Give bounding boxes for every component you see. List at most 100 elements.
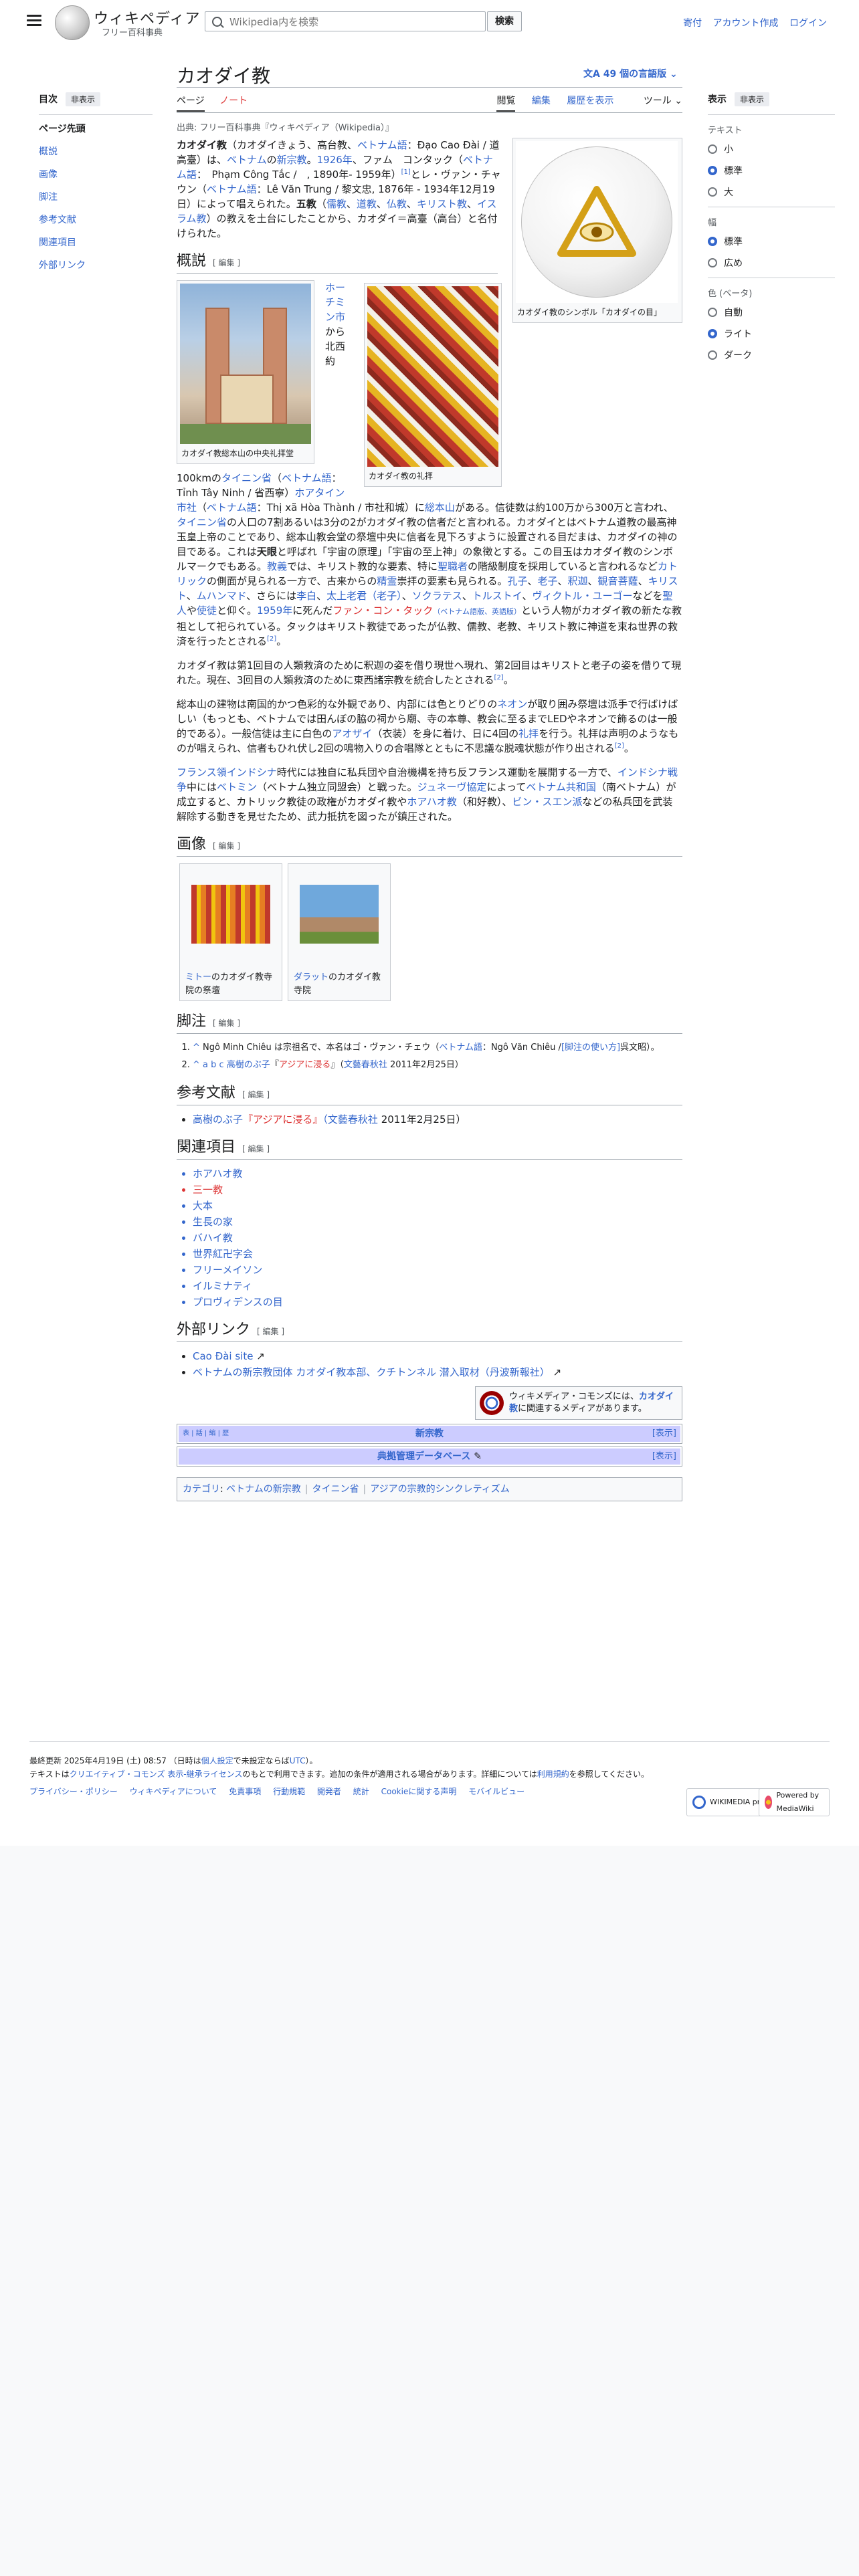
divine-eye-image[interactable] — [521, 146, 672, 298]
related-item[interactable]: 三一教 — [193, 1182, 682, 1197]
donate-link[interactable]: 寄付 — [683, 18, 702, 29]
color-dark[interactable]: ダーク — [708, 348, 835, 362]
external-link-icon: ↗ — [553, 1366, 562, 1378]
text-size-standard[interactable]: 標準 — [708, 164, 835, 177]
wikimedia-logo-icon — [692, 1796, 706, 1809]
search-input[interactable] — [228, 14, 478, 30]
overview-paragraph-4: フランス領インドシナ時代には独自に私兵団や自治機構を持ち反フランス運動を展開する… — [177, 766, 678, 823]
external-list: Cao Đài site ↗ ベトナムの新宗教団体 カオダイ教本部、クチトンネル… — [193, 1349, 682, 1380]
footer-link[interactable]: ウィキペディアについて — [130, 1787, 217, 1796]
tab-page[interactable]: ページ — [177, 96, 205, 112]
mytho-altar-image[interactable] — [191, 885, 270, 944]
related-item[interactable]: 生長の家 — [193, 1214, 682, 1229]
related-item[interactable]: 世界紅卍字会 — [193, 1247, 682, 1261]
tab-talk[interactable]: ノート — [219, 96, 248, 106]
color-auto[interactable]: 自動 — [708, 306, 835, 319]
tab-tools[interactable]: ツール ⌄ — [630, 96, 682, 106]
category-link[interactable]: アジアの宗教的シンクレティズム — [370, 1484, 510, 1495]
related-item[interactable]: 大本 — [193, 1198, 682, 1213]
footer-link[interactable]: 統計 — [353, 1787, 369, 1796]
main-menu-icon[interactable] — [27, 15, 41, 27]
tagline: フリー百科事典 — [102, 28, 163, 38]
footer-link[interactable]: モバイルビュー — [468, 1787, 524, 1796]
edit-related-link[interactable]: [ 編集 ] — [242, 1144, 270, 1154]
color-light[interactable]: ライト — [708, 327, 835, 340]
width-label: 幅 — [708, 218, 717, 228]
toc-item-notes[interactable]: 脚注 — [39, 190, 153, 203]
footer-link[interactable]: プライバシー・ポリシー — [29, 1787, 118, 1796]
language-button[interactable]: 文A 49 個の言語版 ⌄ — [583, 67, 678, 80]
toc-item-overview[interactable]: 概説 — [39, 144, 153, 158]
festival-caption: カオダイ教の礼拝 — [369, 471, 434, 481]
mediawiki-badge[interactable]: Powered by MediaWiki — [759, 1788, 830, 1816]
edit-external-link[interactable]: [ 編集 ] — [257, 1327, 284, 1336]
footer-link[interactable]: 行動規範 — [273, 1787, 305, 1796]
list-item: ^ Ngô Minh Chiêu は宗祖名で、本名はゴ・ヴァン・チェウ（ベトナム… — [193, 1041, 682, 1055]
text-size-small[interactable]: 小 — [708, 142, 835, 156]
external-link-icon: ↗ — [256, 1350, 265, 1362]
footnotes-list: ^ Ngô Minh Chiêu は宗祖名で、本名はゴ・ヴァン・チェウ（ベトナム… — [193, 1041, 682, 1073]
search-icon — [212, 17, 222, 27]
related-item[interactable]: フリーメイソン — [193, 1263, 682, 1277]
authority-control-link[interactable]: 典拠管理データベース — [377, 1451, 470, 1462]
edit-references-link[interactable]: [ 編集 ] — [242, 1090, 270, 1099]
categories-label[interactable]: カテゴリ — [183, 1484, 220, 1495]
gallery-item: ダラットのカオダイ教寺院 — [288, 863, 391, 1001]
source-note: 出典: フリー百科事典『ウィキペディア（Wikipedia）』 — [177, 123, 394, 133]
search-button[interactable]: 検索 — [487, 11, 522, 31]
heading-notes: 脚注[ 編集 ] — [177, 1014, 682, 1034]
footer-link[interactable]: 免責事項 — [229, 1787, 261, 1796]
login-link[interactable]: ログイン — [789, 18, 827, 29]
related-item[interactable]: ホアハオ教 — [193, 1166, 682, 1181]
page-title: カオダイ教 — [177, 65, 271, 87]
footer-link[interactable]: 開発者 — [317, 1787, 341, 1796]
width-standard[interactable]: 標準 — [708, 235, 835, 248]
edit-images-link[interactable]: [ 編集 ] — [213, 841, 240, 851]
toc-item-references[interactable]: 参考文献 — [39, 213, 153, 226]
last-updated: 最終更新 2025年4月19日 (土) 08:57 （日時は個人設定で未設定なら… — [29, 1756, 318, 1765]
list-item: ^ a b c 高樹のぶ子『アジアに浸る』（文藝春秋社 2011年2月25日） — [193, 1058, 682, 1073]
toc-item-top[interactable]: ページ先頭 — [39, 122, 153, 135]
toc-item-external[interactable]: 外部リンク — [39, 258, 153, 272]
related-item[interactable]: バハイ教 — [193, 1230, 682, 1245]
symbol-figure: カオダイ教のシンボル「カオダイの目」 — [512, 138, 682, 323]
overview-paragraph-3: 総本山の建物は南国的かつ色彩的な外観であり、内部には色とりどりのネオンが取り囲み… — [177, 698, 679, 754]
footer-link[interactable]: Cookieに関する声明 — [381, 1787, 457, 1796]
external-link[interactable]: ベトナムの新宗教団体 カオダイ教本部、クチトンネル 潜入取材（丹波新報社） ↗ — [193, 1365, 682, 1380]
toc-item-related[interactable]: 関連項目 — [39, 235, 153, 249]
festival-figure: カオダイ教の礼拝 — [364, 283, 502, 487]
create-account-link[interactable]: アカウント作成 — [713, 18, 779, 29]
navbox-vde-links[interactable]: 表 | 話 | 編 | 歴 — [183, 1426, 229, 1442]
related-item[interactable]: イルミナティ — [193, 1279, 682, 1293]
navbox-title-link[interactable]: 新宗教 — [415, 1428, 444, 1439]
appearance-hide-button[interactable]: 非表示 — [735, 92, 770, 106]
page: ウィキペディア フリー百科事典 検索 寄付 アカウント作成 ログイン 目次非表示… — [0, 0, 859, 1846]
category-link[interactable]: タイニン省 — [312, 1484, 359, 1495]
toc-hide-button[interactable]: 非表示 — [66, 92, 101, 106]
navbox-authority-control: 典拠管理データベース ✎ [表示] — [177, 1446, 682, 1467]
pencil-icon[interactable]: ✎ — [474, 1451, 482, 1462]
tab-history[interactable]: 履歴を表示 — [567, 96, 613, 106]
symbol-caption: カオダイ教のシンボル「カオダイの目」 — [517, 308, 662, 317]
wikipedia-globe-logo[interactable] — [55, 5, 90, 40]
tab-read[interactable]: 閲覧 — [496, 96, 516, 112]
appearance-panel: 表示 非表示 テキスト 小 標準 大 幅 標準 広め 色 (ベータ) 自動 ライト… — [708, 92, 835, 370]
dalat-temple-image[interactable] — [300, 885, 379, 944]
search-box — [205, 11, 486, 31]
navbox-show-toggle[interactable]: [表示] — [652, 1426, 676, 1442]
heading-external: 外部リンク[ 編集 ] — [177, 1323, 682, 1342]
text-size-large[interactable]: 大 — [708, 185, 835, 199]
temple-image[interactable] — [180, 284, 311, 444]
authority-show-toggle[interactable]: [表示] — [652, 1448, 676, 1465]
related-item[interactable]: プロヴィデンスの目 — [193, 1295, 682, 1309]
external-link[interactable]: Cao Đài site ↗ — [193, 1349, 682, 1364]
width-wide[interactable]: 広め — [708, 256, 835, 270]
toc-item-images[interactable]: 画像 — [39, 167, 153, 181]
temple-caption: カオダイ教総本山の中央礼拝堂 — [181, 449, 294, 458]
festival-image[interactable] — [367, 286, 498, 467]
references-list: 高樹のぶ子『アジアに浸る』（文藝春秋社 2011年2月25日） — [193, 1112, 682, 1127]
category-link[interactable]: ベトナムの新宗教 — [226, 1484, 301, 1495]
edit-overview-link[interactable]: [ 編集 ] — [213, 258, 240, 267]
tab-edit[interactable]: 編集 — [532, 96, 551, 106]
edit-notes-link[interactable]: [ 編集 ] — [213, 1018, 240, 1028]
